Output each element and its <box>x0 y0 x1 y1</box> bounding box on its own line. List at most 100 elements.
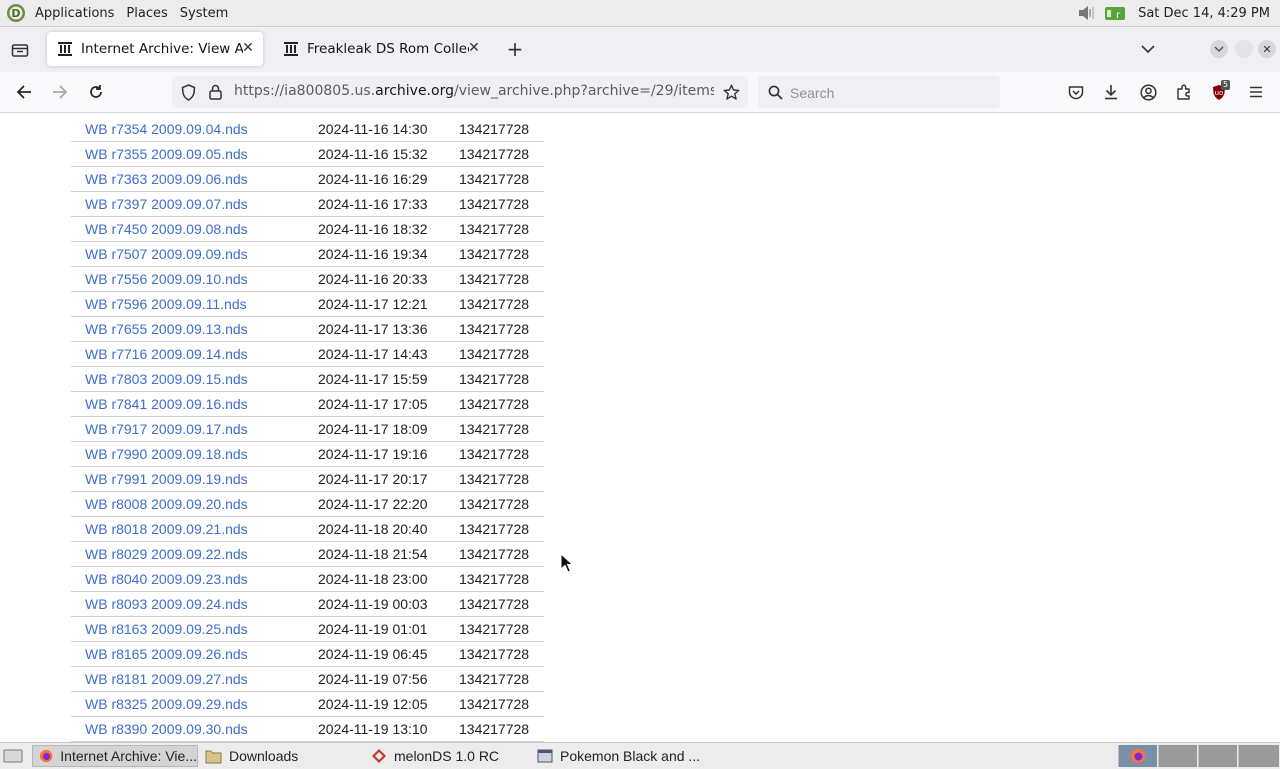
file-link[interactable]: WB r8029 2009.09.22.nds <box>85 546 248 562</box>
file-date: 2024-11-19 06:45 <box>318 641 459 667</box>
file-name-cell: WB r7716 2009.09.14.nds <box>71 341 318 367</box>
table-row: WB r7397 2009.09.07.nds 2024-11-16 17:33 1… <box>71 191 544 217</box>
file-name-cell: WB r8018 2009.09.21.nds <box>71 516 318 542</box>
url-bar[interactable]: https://ia800805.us.archive.org/view_arc… <box>172 76 748 108</box>
workspace-1[interactable] <box>1118 745 1157 767</box>
file-name-cell: WB r8165 2009.09.26.nds <box>71 641 318 667</box>
file-size: 134217728 <box>459 316 544 342</box>
workspace-4[interactable] <box>1238 745 1279 767</box>
table-row: WB r7556 2009.09.10.nds 2024-11-16 20:33 1… <box>71 266 544 292</box>
archive-favicon-icon <box>284 42 298 56</box>
file-link[interactable]: WB r7716 2009.09.14.nds <box>85 346 248 362</box>
file-link[interactable]: WB r7556 2009.09.10.nds <box>85 271 248 287</box>
secure-lock-icon[interactable] <box>205 82 225 102</box>
volume-muted-icon[interactable] <box>1076 4 1096 22</box>
tab-freakleak-collection[interactable]: Freakleak DS Rom Collection ✕ <box>273 32 489 66</box>
file-size: 134217728 <box>459 716 544 742</box>
table-row: WB r8163 2009.09.25.nds 2024-11-19 01:01 1… <box>71 616 544 642</box>
url-path: /view_archive.php?archive=/29/items/frea… <box>453 83 714 99</box>
taskbar-item-melonds[interactable]: melonDS 1.0 RC <box>365 745 525 767</box>
tab-title: Freakleak DS Rom Collection <box>307 41 469 57</box>
file-date: 2024-11-17 22:20 <box>318 491 459 517</box>
file-size: 134217728 <box>459 291 544 317</box>
url-text[interactable]: https://ia800805.us.archive.org/view_arc… <box>234 83 714 99</box>
extensions-icon[interactable] <box>1173 80 1195 104</box>
file-link[interactable]: WB r8163 2009.09.25.nds <box>85 621 248 637</box>
taskbar-item-label: Internet Archive: Vie... <box>60 748 197 764</box>
taskbar-item-downloads[interactable]: Downloads <box>199 745 359 767</box>
back-button-icon[interactable] <box>12 80 36 104</box>
tab-internet-archive[interactable]: Internet Archive: View Archive ✕ <box>47 32 263 66</box>
table-row: WB r8390 2009.09.30.nds 2024-11-19 13:10 1… <box>71 716 544 742</box>
file-name-cell: WB r7917 2009.09.17.nds <box>71 416 318 442</box>
file-name-cell: WB r8163 2009.09.25.nds <box>71 616 318 642</box>
table-row: WB r7803 2009.09.15.nds 2024-11-17 15:59 1… <box>71 366 544 392</box>
window-minimize-icon[interactable] <box>1210 40 1228 58</box>
downloads-icon[interactable] <box>1100 80 1122 104</box>
places-menu[interactable]: Places <box>123 6 170 21</box>
file-link[interactable]: WB r8390 2009.09.30.nds <box>85 721 248 737</box>
page-content: WB r7354 2009.09.04.nds 2024-11-16 14:30 1… <box>0 113 1280 742</box>
workspace-2[interactable] <box>1158 745 1197 767</box>
file-date: 2024-11-17 14:43 <box>318 341 459 367</box>
file-link[interactable]: WB r8008 2009.09.20.nds <box>85 496 248 512</box>
taskbar-item-label: melonDS 1.0 RC <box>394 748 500 764</box>
distro-logo-icon[interactable]: D <box>6 3 26 23</box>
file-link[interactable]: WB r7363 2009.09.06.nds <box>85 171 248 187</box>
file-link[interactable]: WB r7507 2009.09.09.nds <box>85 246 248 262</box>
file-date: 2024-11-18 20:40 <box>318 516 459 542</box>
file-size: 134217728 <box>459 691 544 717</box>
file-link[interactable]: WB r7655 2009.09.13.nds <box>85 321 248 337</box>
workspace-3[interactable] <box>1198 745 1237 767</box>
file-size: 134217728 <box>459 366 544 392</box>
file-link[interactable]: WB r8325 2009.09.29.nds <box>85 696 248 712</box>
table-row: WB r7917 2009.09.17.nds 2024-11-17 18:09 1… <box>71 416 544 442</box>
file-link[interactable]: WB r7354 2009.09.04.nds <box>85 121 248 137</box>
window-maximize-icon[interactable] <box>1235 40 1253 58</box>
file-link[interactable]: WB r8093 2009.09.24.nds <box>85 596 248 612</box>
file-link[interactable]: WB r7991 2009.09.19.nds <box>85 471 248 487</box>
update-notifier-icon[interactable]: r <box>1104 4 1126 22</box>
account-icon[interactable] <box>1137 80 1159 104</box>
window-close-icon[interactable]: ✕ <box>1258 40 1276 58</box>
list-all-tabs-icon[interactable] <box>1136 37 1160 61</box>
search-bar[interactable] <box>758 76 1000 108</box>
close-tab-icon[interactable]: ✕ <box>239 39 257 57</box>
pocket-icon[interactable] <box>1065 80 1087 104</box>
tracking-protection-shield-icon[interactable] <box>178 82 198 102</box>
ublock-origin-icon[interactable]: uo 5 <box>1209 80 1231 104</box>
applications-menu[interactable]: Applications <box>32 6 117 21</box>
file-size: 134217728 <box>459 491 544 517</box>
file-link[interactable]: WB r7841 2009.09.16.nds <box>85 396 248 412</box>
file-link[interactable]: WB r7803 2009.09.15.nds <box>85 371 248 387</box>
forward-button-icon[interactable] <box>48 80 72 104</box>
taskbar-item-firefox[interactable]: Internet Archive: Vie... <box>32 745 198 767</box>
file-date: 2024-11-16 14:30 <box>318 117 459 142</box>
file-link[interactable]: WB r7397 2009.09.07.nds <box>85 196 248 212</box>
file-date: 2024-11-17 18:09 <box>318 416 459 442</box>
file-date: 2024-11-17 19:16 <box>318 441 459 467</box>
system-menu[interactable]: System <box>177 6 231 21</box>
taskbar-item-pokemon[interactable]: Pokemon Black and ... <box>531 745 709 767</box>
show-desktop-icon[interactable] <box>2 746 24 766</box>
new-tab-icon[interactable]: + <box>503 37 527 61</box>
file-link[interactable]: WB r8181 2009.09.27.nds <box>85 671 248 687</box>
file-link[interactable]: WB r8040 2009.09.23.nds <box>85 571 248 587</box>
search-input[interactable] <box>788 81 992 105</box>
file-link[interactable]: WB r7596 2009.09.11.nds <box>85 296 247 312</box>
file-link[interactable]: WB r8165 2009.09.26.nds <box>85 646 248 662</box>
file-link[interactable]: WB r7355 2009.09.05.nds <box>85 146 248 162</box>
clock[interactable]: Sat Dec 14, 4:29 PM <box>1138 6 1270 21</box>
reload-button-icon[interactable] <box>84 80 108 104</box>
app-menu-hamburger-icon[interactable] <box>1245 80 1267 104</box>
file-link[interactable]: WB r7450 2009.09.08.nds <box>85 221 248 237</box>
file-link[interactable]: WB r8018 2009.09.21.nds <box>85 521 248 537</box>
bookmark-star-icon[interactable] <box>721 82 741 102</box>
file-date: 2024-11-16 18:32 <box>318 216 459 242</box>
firefox-view-icon[interactable] <box>8 38 32 62</box>
window-icon <box>537 749 553 762</box>
file-link[interactable]: WB r7917 2009.09.17.nds <box>85 421 248 437</box>
close-tab-icon[interactable]: ✕ <box>465 39 483 57</box>
file-link[interactable]: WB r7990 2009.09.18.nds <box>85 446 248 462</box>
archive-favicon-icon <box>58 42 72 56</box>
